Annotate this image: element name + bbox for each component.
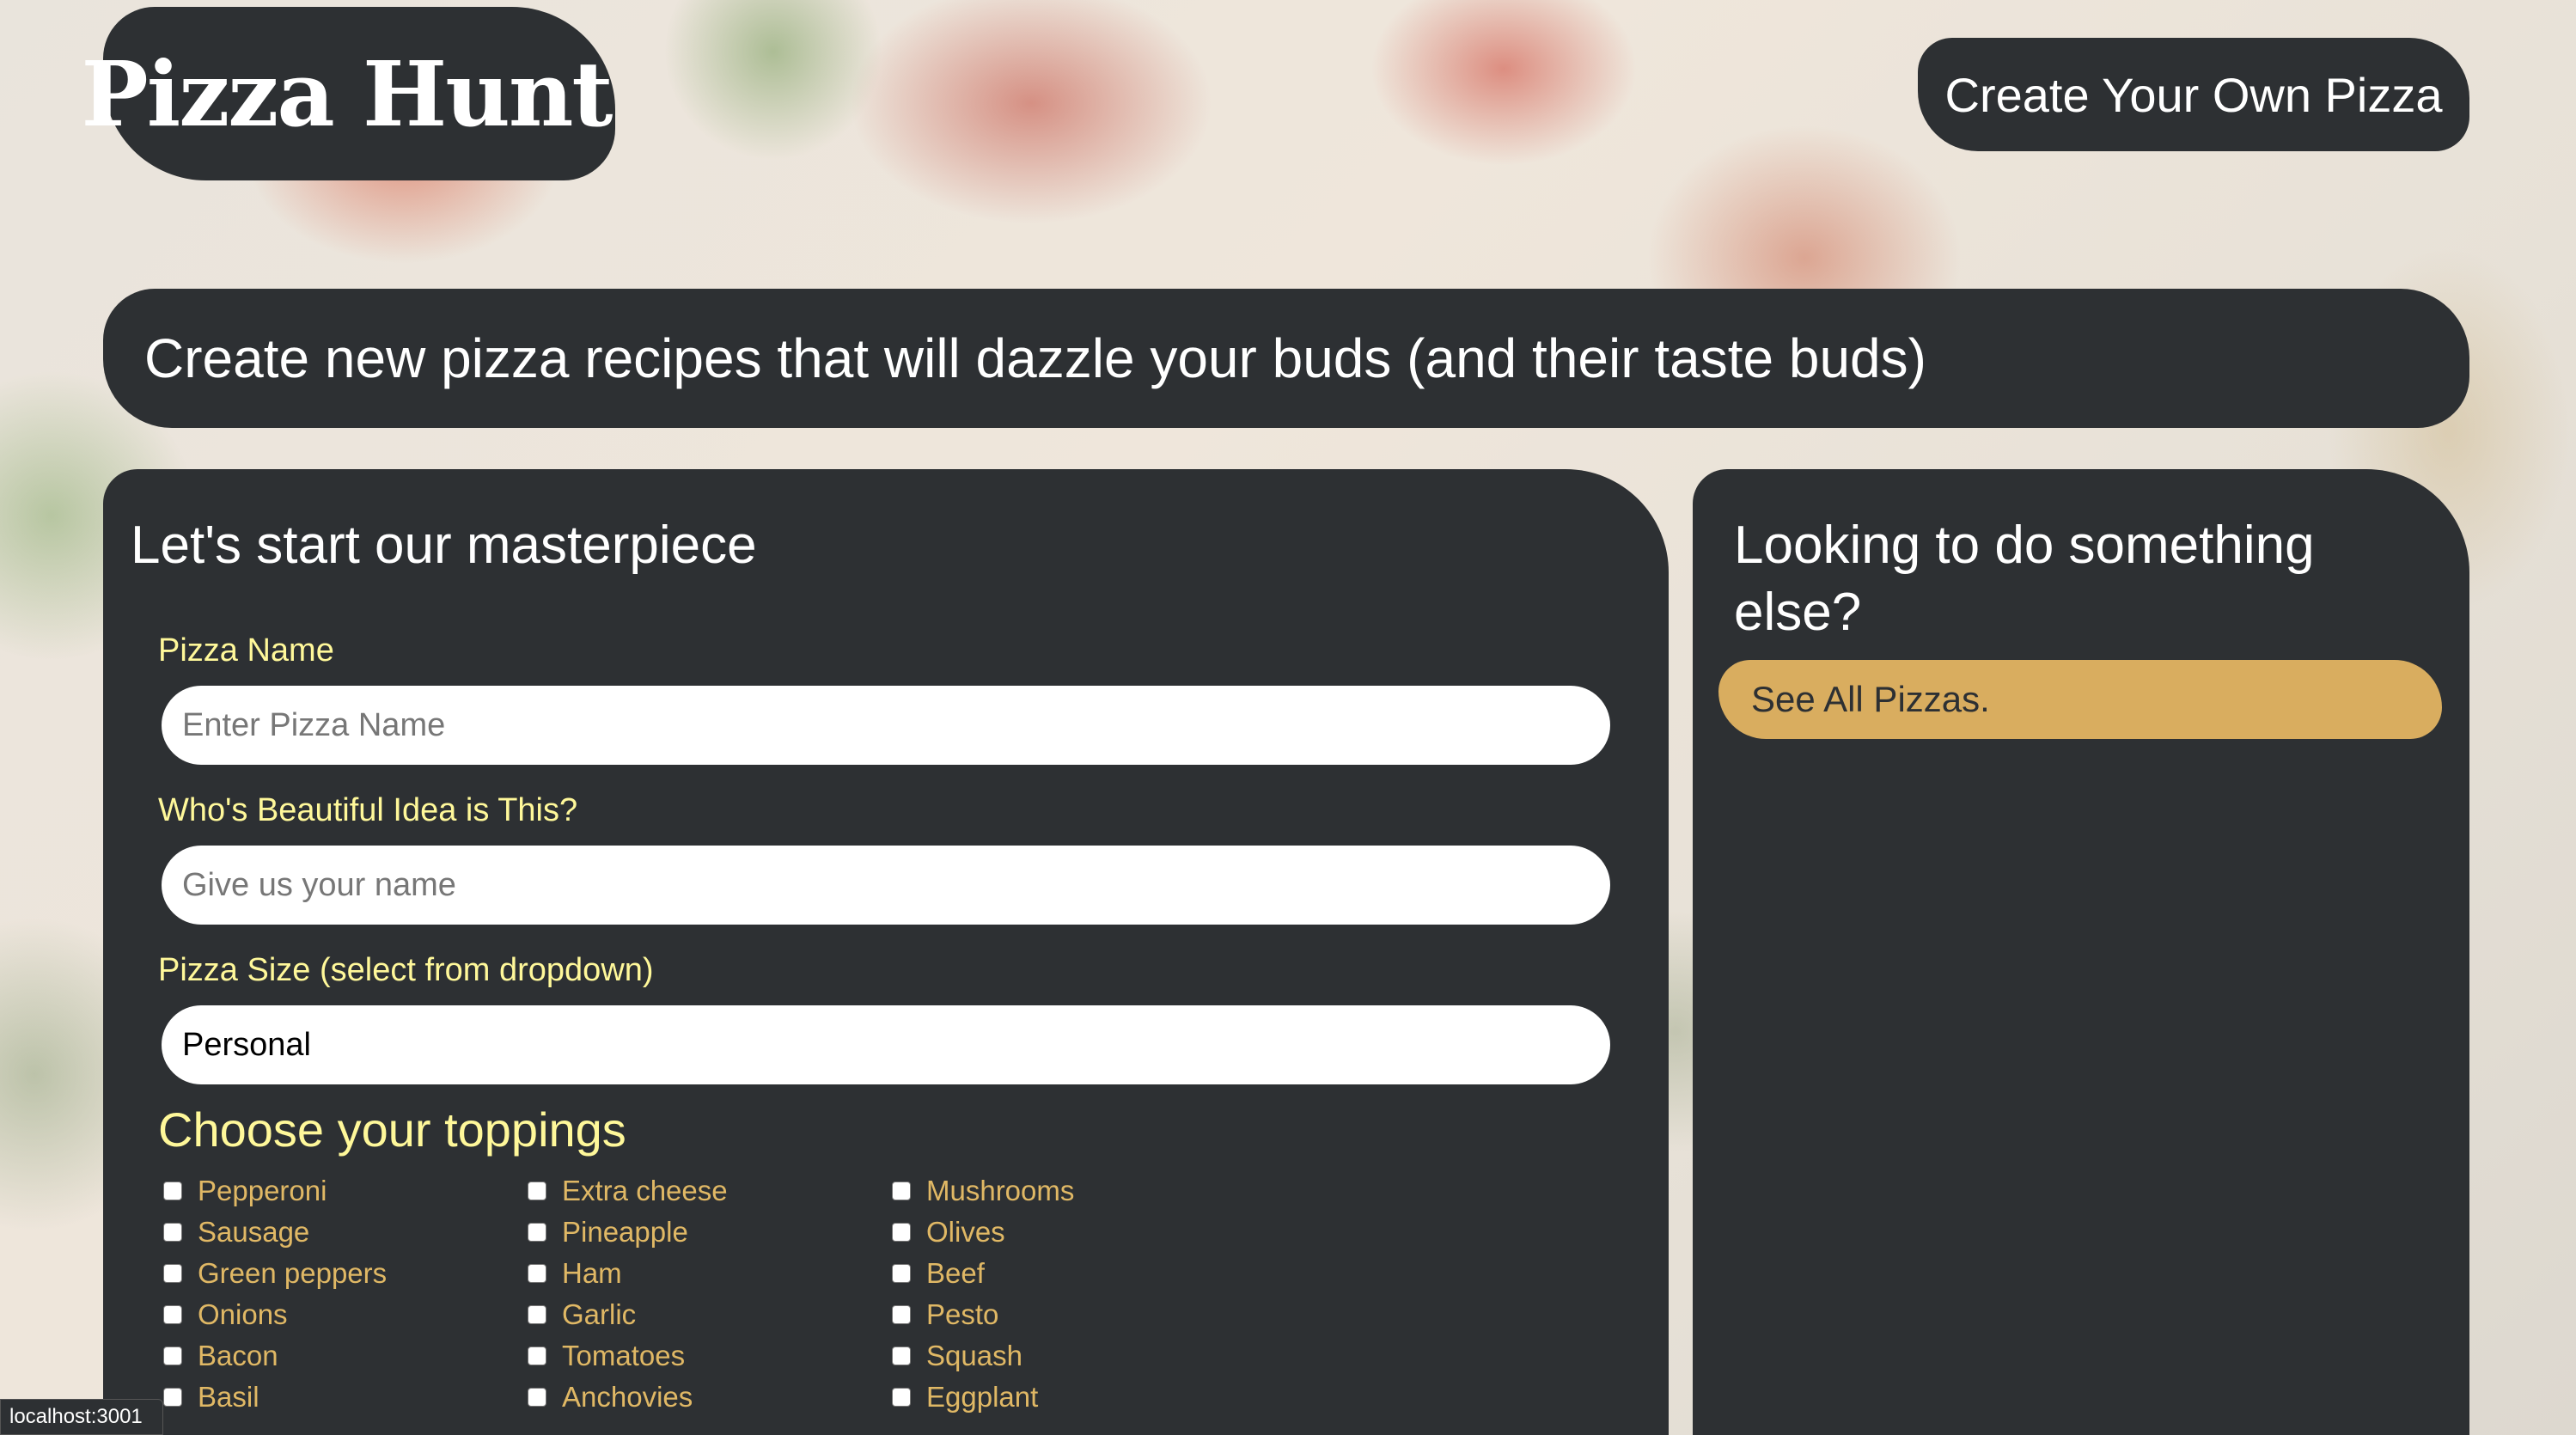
topping-checkbox[interactable] <box>163 1182 182 1200</box>
topping-checkbox[interactable] <box>528 1223 546 1242</box>
topping-option[interactable]: Onions <box>163 1294 288 1335</box>
topping-checkbox[interactable] <box>528 1264 546 1283</box>
topping-label: Pineapple <box>562 1216 688 1248</box>
topping-option[interactable]: Olives <box>892 1212 1005 1253</box>
topping-checkbox[interactable] <box>163 1388 182 1407</box>
pizza-form-panel: Let's start our masterpiece Pizza Name E… <box>103 469 1669 1435</box>
topping-option[interactable]: Pesto <box>892 1294 998 1335</box>
topping-option[interactable]: Green peppers <box>163 1253 387 1294</box>
topping-option[interactable]: Anchovies <box>528 1377 693 1418</box>
topping-label: Squash <box>926 1340 1022 1371</box>
topping-checkbox[interactable] <box>163 1223 182 1242</box>
topping-option[interactable]: Pineapple <box>528 1212 688 1253</box>
pizza-name-label: Pizza Name <box>158 632 334 669</box>
see-all-pizzas-button[interactable]: See All Pizzas. <box>1718 660 2442 739</box>
topping-checkbox[interactable] <box>892 1346 911 1365</box>
topping-checkbox[interactable] <box>528 1305 546 1324</box>
topping-label: Green peppers <box>198 1257 388 1289</box>
pizza-size-value: Personal <box>182 1026 311 1063</box>
pizza-name-input[interactable]: Enter Pizza Name <box>162 686 1610 765</box>
topping-option[interactable]: Beef <box>892 1253 985 1294</box>
pizza-name-placeholder: Enter Pizza Name <box>182 706 446 743</box>
creator-name-placeholder: Give us your name <box>182 866 456 903</box>
topping-option[interactable]: Pepperoni <box>163 1170 327 1212</box>
pizza-size-label: Pizza Size (select from dropdown) <box>158 952 654 988</box>
site-logo[interactable]: Pizza Hunt <box>82 7 615 180</box>
topping-option[interactable]: Ham <box>528 1253 622 1294</box>
creator-label: Who's Beautiful Idea is This? <box>158 792 578 828</box>
topping-option[interactable]: Mushrooms <box>892 1170 1074 1212</box>
topping-label: Tomatoes <box>562 1340 686 1371</box>
topping-label: Pepperoni <box>198 1175 327 1206</box>
topping-label: Garlic <box>562 1298 637 1330</box>
topping-option[interactable]: Sausage <box>163 1212 309 1253</box>
topping-label: Bacon <box>198 1340 278 1371</box>
create-pizza-nav-button[interactable]: Create Your Own Pizza <box>1918 38 2469 151</box>
topping-label: Extra cheese <box>562 1175 728 1206</box>
pizza-size-select[interactable]: Personal <box>162 1005 1610 1084</box>
topping-label: Onions <box>198 1298 288 1330</box>
topping-checkbox[interactable] <box>528 1346 546 1365</box>
creator-name-input[interactable]: Give us your name <box>162 846 1610 925</box>
sidebar-panel: Looking to do something else? See All Pi… <box>1693 469 2469 1435</box>
topping-label: Mushrooms <box>926 1175 1075 1206</box>
hero-text: Create new pizza recipes that will dazzl… <box>144 327 1926 389</box>
topping-checkbox[interactable] <box>163 1346 182 1365</box>
topping-label: Sausage <box>198 1216 310 1248</box>
logo-text: Pizza Hunt <box>81 40 613 147</box>
topping-option[interactable]: Basil <box>163 1377 259 1418</box>
topping-option[interactable]: Bacon <box>163 1335 278 1377</box>
hero-banner: Create new pizza recipes that will dazzl… <box>103 289 2469 428</box>
topping-label: Basil <box>198 1381 259 1413</box>
form-title: Let's start our masterpiece <box>131 516 757 575</box>
topping-label: Pesto <box>926 1298 999 1330</box>
topping-checkbox[interactable] <box>528 1388 546 1407</box>
topping-label: Ham <box>562 1257 622 1289</box>
topping-checkbox[interactable] <box>892 1223 911 1242</box>
topping-option[interactable]: Tomatoes <box>528 1335 685 1377</box>
topping-checkbox[interactable] <box>892 1305 911 1324</box>
topping-label: Eggplant <box>926 1381 1039 1413</box>
topping-checkbox[interactable] <box>892 1182 911 1200</box>
topping-option[interactable]: Extra cheese <box>528 1170 728 1212</box>
topping-checkbox[interactable] <box>892 1264 911 1283</box>
topping-label: Olives <box>926 1216 1005 1248</box>
topping-checkbox[interactable] <box>892 1388 911 1407</box>
topping-label: Beef <box>926 1257 985 1289</box>
sidebar-title: Looking to do something else? <box>1734 516 2315 642</box>
topping-option[interactable]: Garlic <box>528 1294 636 1335</box>
topping-option[interactable]: Squash <box>892 1335 1022 1377</box>
topping-option[interactable]: Eggplant <box>892 1377 1038 1418</box>
topping-checkbox[interactable] <box>163 1305 182 1324</box>
topping-checkbox[interactable] <box>163 1264 182 1283</box>
topping-checkbox[interactable] <box>528 1182 546 1200</box>
toppings-heading: Choose your toppings <box>158 1102 626 1157</box>
browser-status-url: localhost:3001 <box>0 1399 163 1435</box>
topping-label: Anchovies <box>562 1381 693 1413</box>
